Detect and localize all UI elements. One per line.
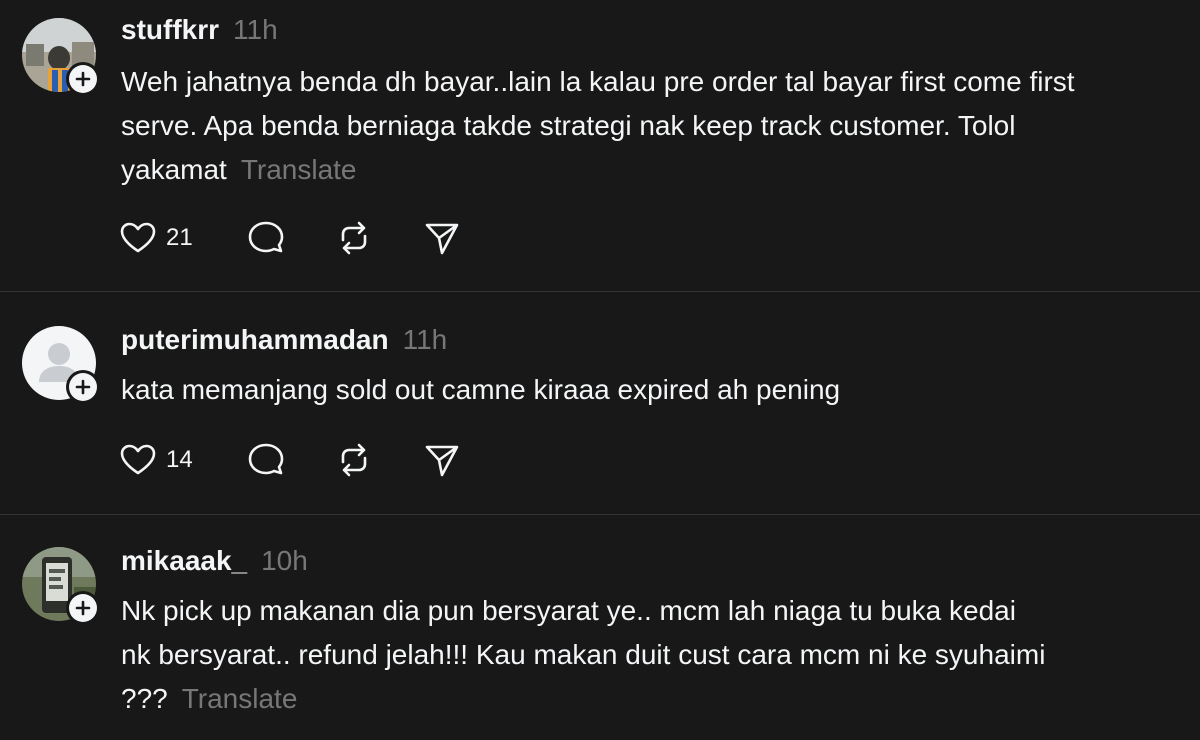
post-text: Weh jahatnya benda dh bayar..lain la kal… xyxy=(121,60,1181,192)
post-stuffkrr: stuffkrr 11h Weh jahatnya benda dh bayar… xyxy=(0,0,1200,291)
username[interactable]: puterimuhammadan xyxy=(121,324,389,356)
action-bar: 21 xyxy=(118,218,482,258)
post-text-line: Nk pick up makanan dia pun bersyarat ye.… xyxy=(121,595,1016,626)
avatar-wrap[interactable] xyxy=(22,326,100,404)
post-text-line: nk bersyarat.. refund jelah!!! Kau makan… xyxy=(121,639,1046,670)
plus-icon xyxy=(75,600,91,616)
like-button[interactable]: 21 xyxy=(118,218,246,258)
share-button[interactable] xyxy=(422,440,482,480)
post-mikaaak: mikaaak_ 10h Nk pick up makanan dia pun … xyxy=(0,515,1200,740)
reply-button[interactable] xyxy=(246,218,334,258)
repost-button[interactable] xyxy=(334,440,422,480)
heart-icon xyxy=(120,444,156,475)
avatar-wrap[interactable] xyxy=(22,547,100,625)
follow-button[interactable] xyxy=(66,62,100,96)
post-header: stuffkrr 11h xyxy=(121,14,278,48)
avatar-wrap[interactable] xyxy=(22,18,100,96)
repost-icon xyxy=(341,443,367,477)
post-text-line-content: yakamat xyxy=(121,154,227,185)
timestamp[interactable]: 10h xyxy=(261,545,308,577)
plus-icon xyxy=(75,71,91,87)
post-text-line: ??? Translate xyxy=(121,677,1181,721)
username[interactable]: stuffkrr xyxy=(121,14,219,46)
post-text-line-content: ??? xyxy=(121,683,168,714)
send-icon xyxy=(425,223,459,255)
follow-button[interactable] xyxy=(66,370,100,404)
post-text: kata memanjang sold out camne kiraaa exp… xyxy=(121,368,1181,412)
timestamp[interactable]: 11h xyxy=(233,14,278,46)
post-puterimuhammadan: puterimuhammadan 11h kata memanjang sold… xyxy=(0,292,1200,514)
post-text-line: Weh jahatnya benda dh bayar..lain la kal… xyxy=(121,66,1075,97)
like-button[interactable]: 14 xyxy=(118,440,246,480)
send-icon xyxy=(425,445,459,477)
follow-button[interactable] xyxy=(66,591,100,625)
post-text-line: yakamat Translate xyxy=(121,148,1181,192)
reply-button[interactable] xyxy=(246,440,334,480)
repost-button[interactable] xyxy=(334,218,422,258)
post-text-line: kata memanjang sold out camne kiraaa exp… xyxy=(121,374,841,405)
translate-link[interactable]: Translate xyxy=(241,154,357,185)
timestamp[interactable]: 11h xyxy=(403,324,448,356)
action-bar: 14 xyxy=(118,440,482,480)
post-header: mikaaak_ 10h xyxy=(121,545,308,579)
like-count: 14 xyxy=(166,446,193,473)
like-count: 21 xyxy=(166,224,193,251)
repost-icon xyxy=(341,221,367,255)
heart-icon xyxy=(120,222,156,253)
username[interactable]: mikaaak_ xyxy=(121,545,247,577)
share-button[interactable] xyxy=(422,218,482,258)
post-text: Nk pick up makanan dia pun bersyarat ye.… xyxy=(121,589,1181,721)
comment-icon xyxy=(248,443,284,475)
post-header: puterimuhammadan 11h xyxy=(121,324,447,358)
comment-icon xyxy=(248,221,284,253)
translate-link[interactable]: Translate xyxy=(182,683,298,714)
post-text-line: serve. Apa benda berniaga takde strategi… xyxy=(121,110,1016,141)
plus-icon xyxy=(75,379,91,395)
